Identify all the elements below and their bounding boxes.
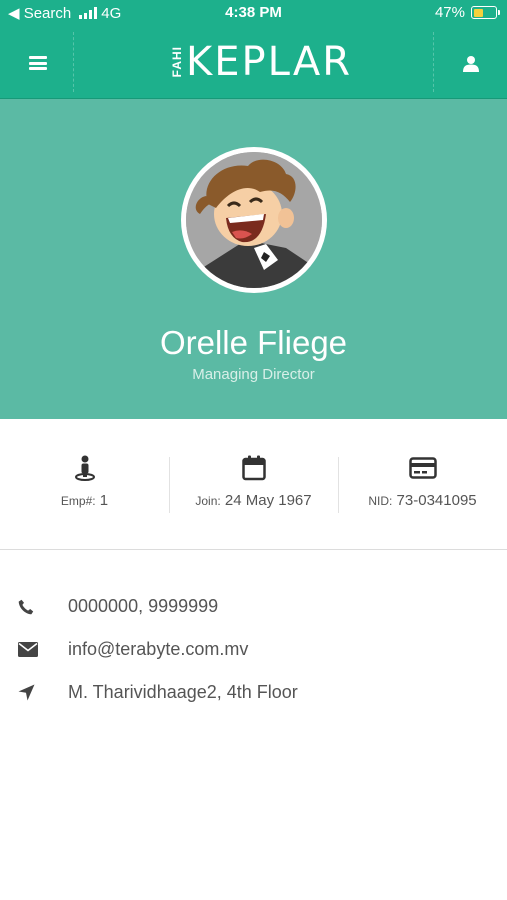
contact-email-text: info@terabyte.com.mv — [68, 639, 249, 659]
status-bar: ◀ Search 4G 4:38 PM 47% — [0, 0, 507, 26]
contact-list: 0000000, 9999999 info@terabyte.com.mv M.… — [0, 585, 507, 714]
menu-button[interactable] — [18, 48, 58, 78]
user-icon — [463, 55, 479, 72]
profile-name: Orelle Fliege — [159, 324, 348, 361]
stat-join-label: Join: — [195, 494, 221, 508]
contact-phone-text: 0000000, 9999999 — [68, 596, 219, 616]
stat-join-value: 24 May 1967 — [224, 492, 312, 509]
avatar-image — [186, 152, 322, 288]
phone-icon — [18, 599, 34, 614]
stat-nid: NID: 73-0341095 — [338, 419, 507, 549]
logo-main-text: KEPLAR — [186, 39, 352, 85]
stats-row: Emp#: 1 Join: 24 May 1967 NID: 73-034109… — [0, 419, 507, 550]
location-arrow-icon — [18, 684, 35, 701]
stat-nid-value: 73-0341095 — [396, 492, 477, 509]
calendar-icon — [241, 455, 266, 481]
profile-title: Managing Director — [192, 366, 315, 383]
status-time: 4:38 PM — [225, 4, 282, 21]
profile-header: Orelle Fliege Managing Director — [0, 99, 507, 419]
user-button[interactable] — [453, 48, 489, 78]
status-right: 47% — [434, 4, 500, 21]
stat-employee-label: Emp#: — [60, 494, 96, 508]
contact-phone[interactable]: 0000000, 9999999 — [0, 585, 507, 628]
app-logo: FAHI KEPLAR — [170, 36, 360, 88]
employee-icon — [74, 455, 95, 481]
contact-address-text: M. Tharividhaage2, 4th Floor — [68, 682, 298, 702]
contact-address[interactable]: M. Tharividhaage2, 4th Floor — [0, 671, 507, 714]
contact-email[interactable]: info@terabyte.com.mv — [0, 628, 507, 671]
nav-divider — [73, 32, 74, 92]
app-header: FAHI KEPLAR — [0, 26, 507, 99]
stat-employee-number: Emp#: 1 — [0, 419, 169, 549]
stat-employee-value: 1 — [99, 492, 109, 509]
stat-join-date: Join: 24 May 1967 — [169, 419, 338, 549]
battery-icon — [471, 6, 500, 19]
battery-percent: 47% — [434, 4, 465, 21]
nav-divider — [433, 32, 434, 92]
hamburger-icon — [29, 56, 47, 70]
avatar — [181, 147, 327, 293]
id-card-icon — [408, 457, 437, 479]
envelope-icon — [18, 642, 38, 657]
stat-nid-label: NID: — [368, 494, 393, 508]
logo-small-text: FAHI — [170, 46, 184, 78]
